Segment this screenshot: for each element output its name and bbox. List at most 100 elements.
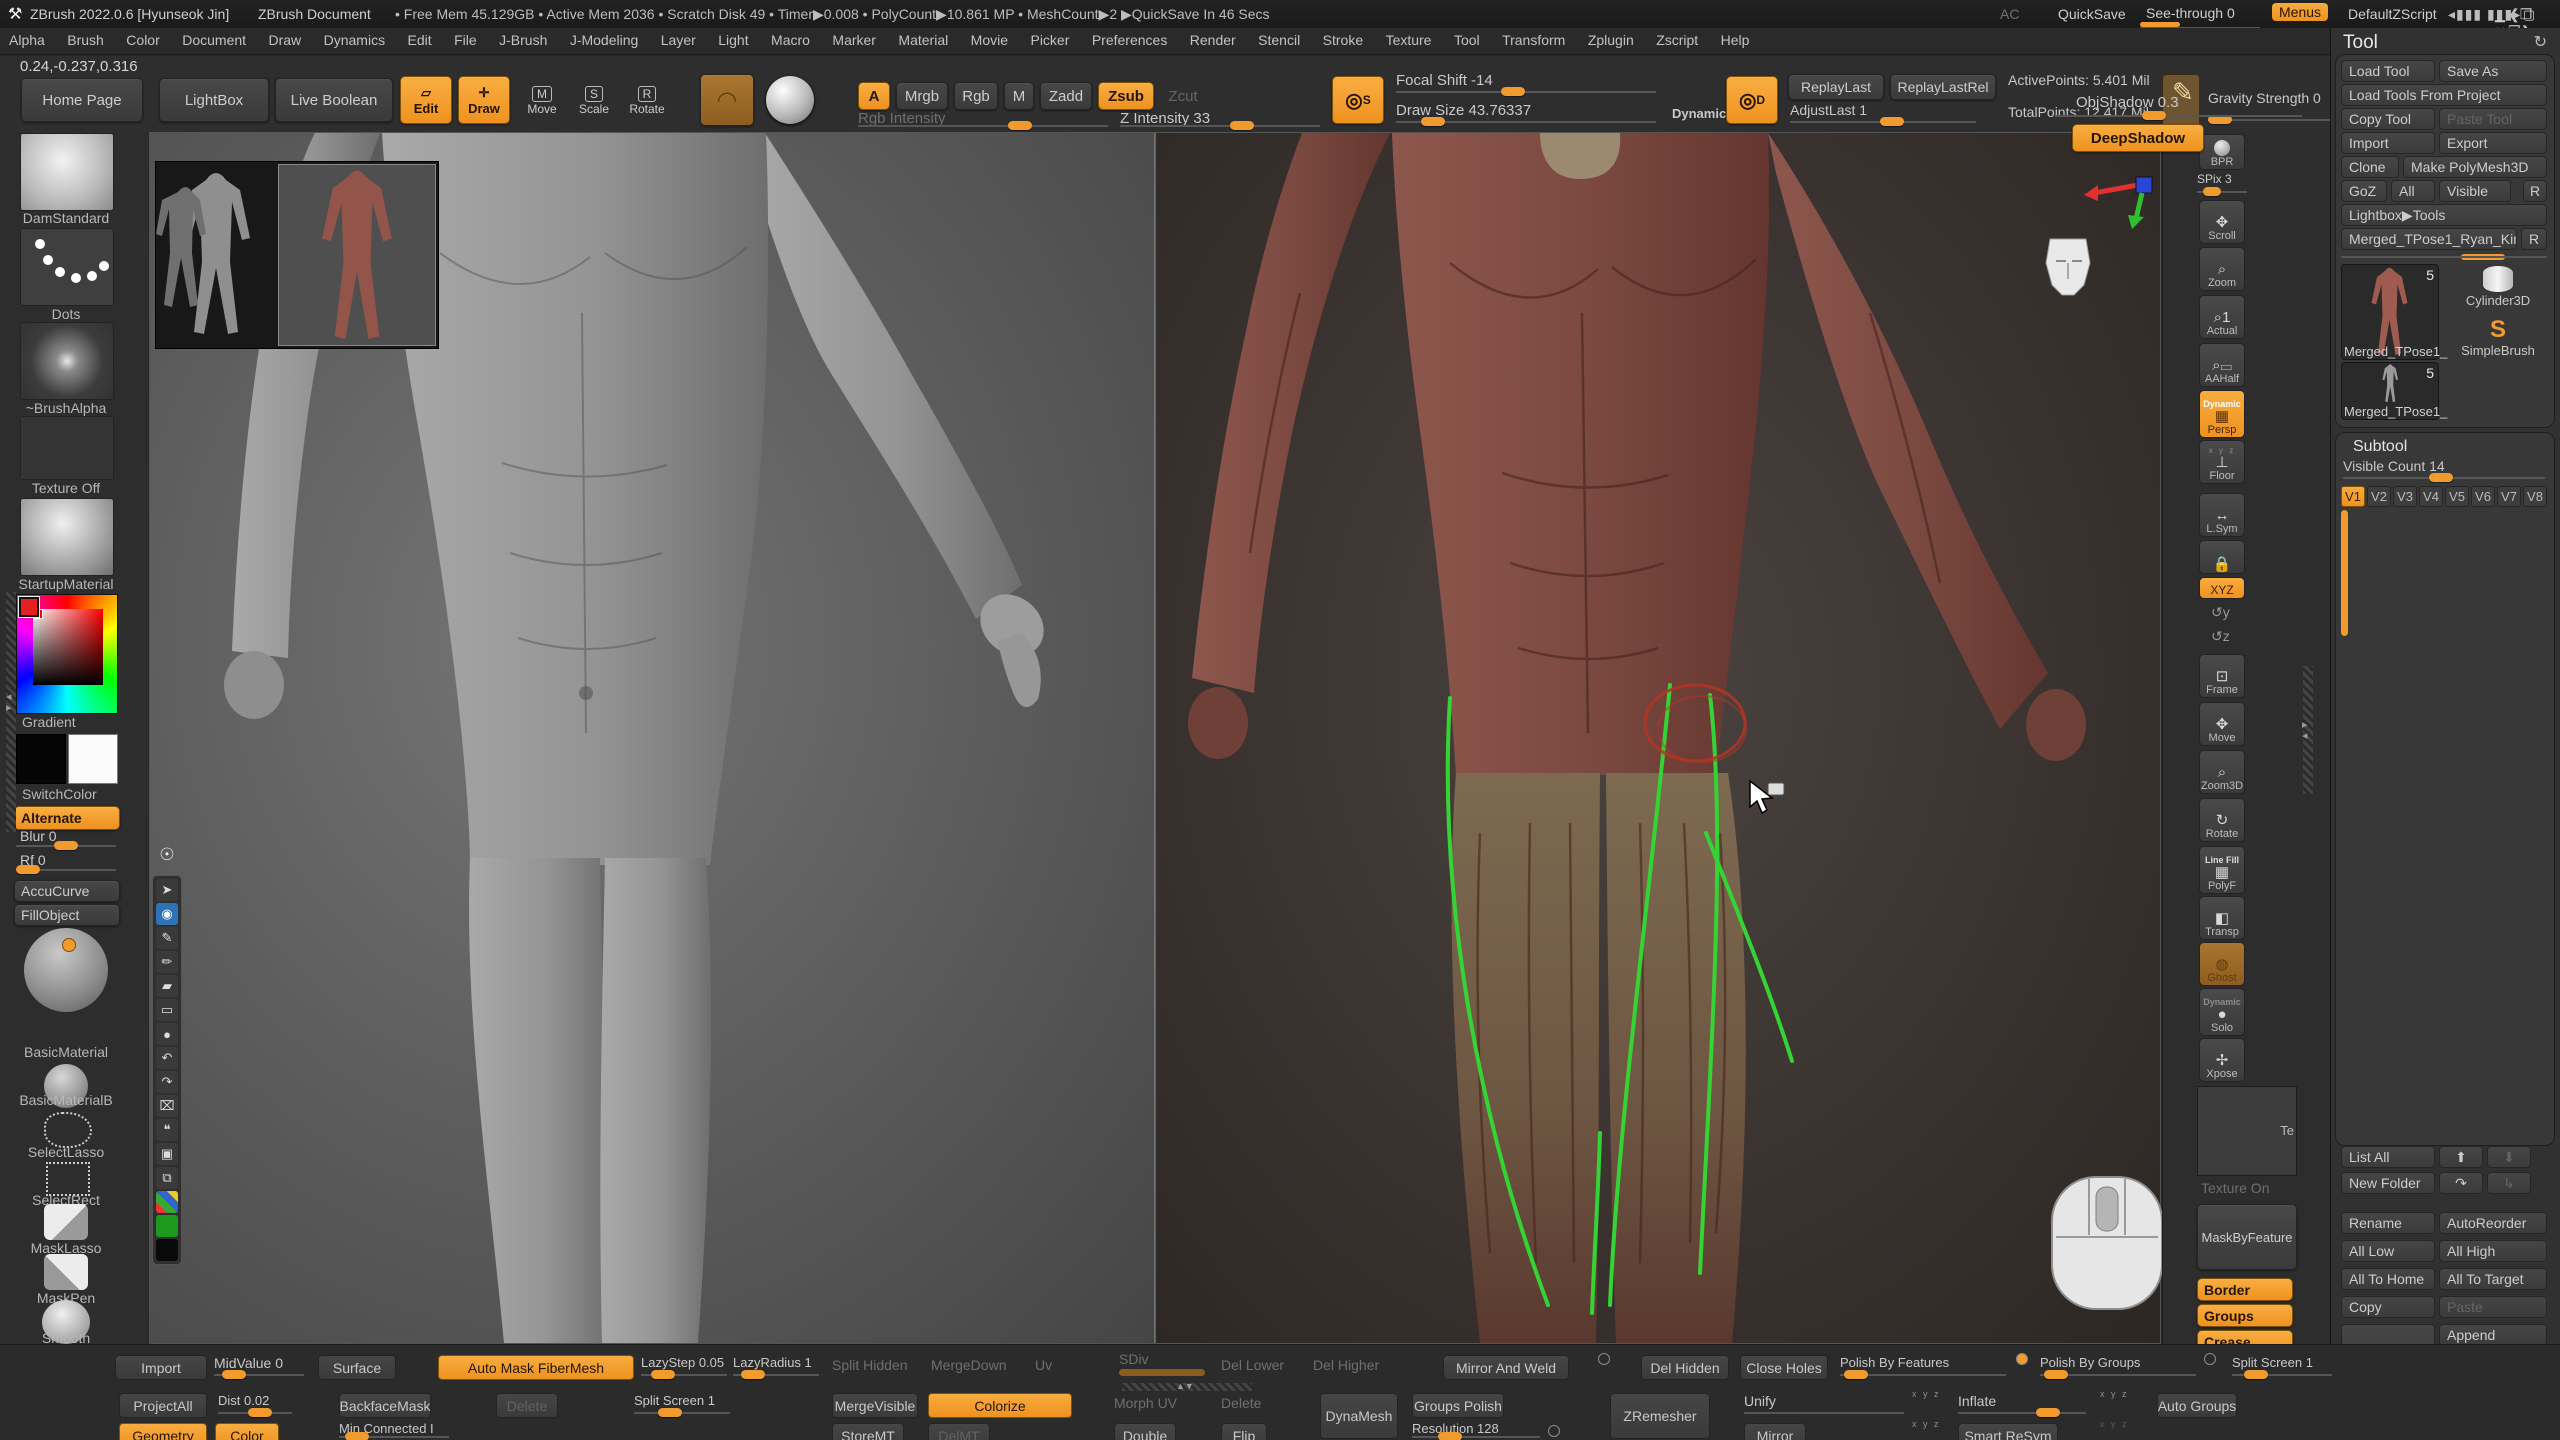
bottom-dock-divider-arrows[interactable]: ▲▼ <box>1176 1381 1194 1392</box>
sdiv-slider-fill[interactable] <box>1119 1369 1205 1376</box>
subtool-tab-v8[interactable]: V8 <box>2523 486 2547 507</box>
active-tool-name[interactable]: Merged_TPose1_Ryan_Kingsli <box>2341 228 2517 250</box>
zoom-button[interactable]: ⌕Zoom <box>2199 247 2245 291</box>
load-tool-button[interactable]: Load Tool <box>2341 60 2435 82</box>
swatch-black-icon[interactable] <box>156 1239 178 1261</box>
rotate-view-button[interactable]: ↻Rotate <box>2199 798 2245 842</box>
mergevisible-button[interactable]: MergeVisible <box>832 1393 918 1418</box>
eraser-icon[interactable]: ▭ <box>156 999 178 1021</box>
active-tool-thumbnail[interactable]: 5 Merged_TPose1_ <box>2341 264 2439 360</box>
border-button[interactable]: Border <box>2197 1278 2293 1301</box>
auto-groups-button[interactable]: Auto Groups <box>2157 1393 2237 1418</box>
menu-dynamics[interactable]: Dynamics <box>315 28 394 48</box>
menu-transform[interactable]: Transform <box>1493 28 1574 48</box>
zremesher-button[interactable]: ZRemesher <box>1610 1393 1710 1439</box>
export-button[interactable]: Export <box>2439 132 2547 154</box>
all-low-button[interactable]: All Low <box>2341 1240 2435 1262</box>
blur-slider[interactable]: Blur 0 <box>16 832 116 850</box>
split-screen-slider-bottom[interactable]: Split Screen 1 <box>2232 1355 2332 1379</box>
menu-color[interactable]: Color <box>117 28 168 48</box>
nav-thumbnails[interactable] <box>155 161 439 349</box>
pen-icon[interactable]: ✎ <box>156 927 178 949</box>
zsub-toggle[interactable]: Zsub <box>1098 82 1154 110</box>
texture-on-button[interactable]: Texture On <box>2201 1180 2269 1196</box>
del-lower-button[interactable]: Del Lower <box>1221 1357 1284 1373</box>
material-thumbnail[interactable] <box>20 498 114 576</box>
polish-groups-mode-toggle[interactable] <box>2204 1353 2216 1365</box>
ghost-button[interactable]: ◍Ghost <box>2199 942 2245 986</box>
adjust-last-slider[interactable]: AdjustLast 1 <box>1790 104 1976 126</box>
marker-icon[interactable]: ▰ <box>156 975 178 997</box>
replay-last-button[interactable]: ReplayLast <box>1788 74 1884 100</box>
auto-mask-fibermesh-button[interactable]: Auto Mask FiberMesh <box>438 1355 634 1380</box>
zoom3d-button[interactable]: ⌕Zoom3D <box>2199 750 2245 794</box>
inflate-slider[interactable]: Inflate <box>1958 1393 2086 1417</box>
smart-resym-button[interactable]: Smart ReSym <box>1958 1423 2058 1440</box>
goz-r-button[interactable]: R <box>2523 180 2547 202</box>
pencil-icon[interactable]: ✏ <box>156 951 178 973</box>
all-high-button[interactable]: All High <box>2439 1240 2547 1262</box>
home-page-button[interactable]: Home Page <box>21 78 143 122</box>
select-rect-icon[interactable] <box>46 1162 90 1196</box>
lazyradius-slider[interactable]: LazyRadius 1 <box>733 1355 819 1379</box>
menu-texture[interactable]: Texture <box>1377 28 1441 48</box>
menu-picker[interactable]: Picker <box>1021 28 1078 48</box>
redo-icon[interactable]: ↷ <box>156 1071 178 1093</box>
xpose-button[interactable]: ✢Xpose <box>2199 1038 2245 1082</box>
rgb-toggle[interactable]: Rgb <box>954 82 998 110</box>
autoreorder-button[interactable]: AutoReorder <box>2439 1212 2547 1234</box>
mirror-weld-axis-toggle[interactable] <box>1598 1353 1610 1365</box>
polish-by-groups-slider[interactable]: Polish By Groups <box>2040 1355 2196 1379</box>
subtool-tab-v1[interactable]: V1 <box>2341 486 2365 507</box>
swatch-green-icon[interactable] <box>156 1215 178 1237</box>
unify-xyz-toggles[interactable]: x y z <box>1912 1389 1941 1399</box>
midvalue-slider[interactable]: MidValue 0 <box>214 1355 304 1379</box>
menus-toggle[interactable]: Menus <box>2272 3 2328 21</box>
dist-slider[interactable]: Dist 0.02 <box>218 1393 292 1417</box>
xyz-symmetry-button[interactable]: XYZ <box>2199 577 2245 599</box>
restore-icon[interactable]: ▢ <box>2523 7 2535 23</box>
save-as-button[interactable]: Save As <box>2439 60 2547 82</box>
menu-movie[interactable]: Movie <box>962 28 1017 48</box>
polyframe-button[interactable]: Line Fill ▦ PolyF <box>2199 846 2245 894</box>
color-picker-sv-square[interactable] <box>33 609 103 685</box>
mrgb-toggle[interactable]: Mrgb <box>896 82 948 110</box>
rotate-z-icon[interactable]: ↺z <box>2211 628 2230 645</box>
subtool-tab-v2[interactable]: V2 <box>2367 486 2391 507</box>
move-into-button[interactable]: ↳ <box>2487 1172 2531 1194</box>
menu-alpha[interactable]: Alpha <box>0 28 54 48</box>
default-zscript-button[interactable]: DefaultZScript <box>2348 6 2437 22</box>
camera-lock-button[interactable]: 🔒 <box>2199 540 2245 574</box>
split-hidden-button[interactable]: Split Hidden <box>832 1357 908 1373</box>
image-icon[interactable]: ▣ <box>156 1143 178 1165</box>
basic-material-label[interactable]: BasicMaterial <box>18 1044 114 1060</box>
mirror-button[interactable]: Mirror <box>1744 1423 1806 1440</box>
ac-toggle[interactable]: AC <box>2000 6 2019 22</box>
storemt-button[interactable]: StoreMT <box>832 1423 904 1440</box>
subtool-tab-v6[interactable]: V6 <box>2471 486 2495 507</box>
import-button[interactable]: Import <box>2341 132 2435 154</box>
location-pin-icon[interactable]: ☉ <box>152 845 182 871</box>
append-button[interactable]: Append <box>2439 1324 2547 1346</box>
replay-icon[interactable]: ◎D <box>1726 76 1778 124</box>
focal-shift-icon[interactable]: ◎S <box>1332 76 1384 124</box>
rotate-button[interactable]: RRotate <box>622 80 672 122</box>
menu-material[interactable]: Material <box>889 28 957 48</box>
inflate-xyz-toggles[interactable]: x y z <box>2100 1389 2129 1399</box>
alternate-button[interactable]: Alternate <box>14 806 120 830</box>
delete-layer-button[interactable]: Delete <box>496 1393 558 1418</box>
rotate-y-icon[interactable]: ↺y <box>2211 604 2230 621</box>
polish-by-features-slider[interactable]: Polish By Features <box>1840 1355 2006 1379</box>
groups-button[interactable]: Groups <box>2197 1304 2293 1327</box>
menu-zscript[interactable]: Zscript <box>1647 28 1707 48</box>
menu-zplugin[interactable]: Zplugin <box>1579 28 1643 48</box>
mask-by-feature-button[interactable]: MaskByFeature <box>2197 1204 2297 1270</box>
draw-size-preview-sphere[interactable] <box>24 928 108 1012</box>
deep-shadow-button[interactable]: DeepShadow <box>2072 124 2204 152</box>
groups-polish-button[interactable]: Groups Polish <box>1412 1393 1504 1418</box>
menu-light[interactable]: Light <box>709 28 757 48</box>
move-out-button[interactable]: ↷ <box>2439 1172 2483 1194</box>
minimize-icon[interactable]: ▁ <box>2495 7 2505 23</box>
rename-button[interactable]: Rename <box>2341 1212 2435 1234</box>
current-brush-swatch[interactable]: ◠ <box>700 74 754 126</box>
